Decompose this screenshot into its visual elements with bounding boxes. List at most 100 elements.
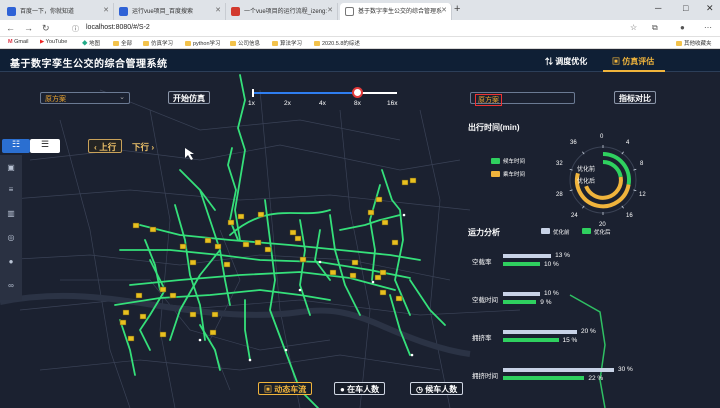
person-icon[interactable]: ● [6, 257, 16, 267]
tab-waiting-count[interactable]: ◷ 候车人数 [410, 382, 464, 395]
speed-slider-start [252, 89, 254, 97]
gauge-before-label: 优化前 [577, 165, 595, 173]
close-icon[interactable]: ✕ [103, 6, 109, 14]
scheme-select[interactable]: 原方案 ⌄ [40, 92, 130, 104]
tick-12: 12 [639, 192, 646, 198]
tab-label: 百度一下，你就知道 [20, 9, 75, 15]
bookmark-folder-algo[interactable]: 算法学习 [272, 39, 302, 47]
chevron-left-icon: ‹ [94, 142, 97, 152]
page-title: 基于数字孪生公交的综合管理系统 [10, 59, 168, 70]
bookmark-folder-sim[interactable]: 仿真学习 [143, 39, 173, 47]
minimize-icon[interactable]: ─ [655, 3, 661, 13]
indicator-compare-button[interactable]: 指标对比 [614, 91, 656, 104]
browser-tab-1[interactable]: 百度一下，你就知道 ✕ [2, 3, 114, 20]
tab-onboard-count[interactable]: ● 在车人数 [334, 382, 386, 395]
bookmark-folder-review[interactable]: 2020.5.8的综述 [314, 39, 360, 47]
travel-time-title: 出行时间(min) [468, 123, 520, 132]
browser-tab-3[interactable]: 一个vue项目的运行流程_izeng: ✕ [226, 3, 338, 20]
app-root: 基于数字孪生公交的综合管理系统 ⇅ 调度优化 ▣ 仿真评估 原方案 ⌄ 开始仿真… [0, 50, 720, 408]
scheme-select-value: 原方案 [45, 96, 66, 103]
gauge-after-label: 优化后 [577, 177, 595, 185]
tick-36: 36 [570, 140, 577, 146]
row-crowd-rate-label: 拥挤率 [472, 335, 492, 342]
bar-chart-icon[interactable]: ▥ [6, 209, 16, 219]
clock-icon: ◷ [416, 385, 423, 394]
dispatch-icon: ⇅ [545, 57, 553, 66]
close-icon[interactable]: ✕ [441, 6, 447, 14]
filter-icon[interactable]: ≡ [6, 185, 16, 195]
speed-option-4x[interactable]: 4x [319, 100, 326, 107]
close-icon[interactable]: ✕ [215, 6, 221, 14]
close-icon[interactable]: ✕ [327, 6, 333, 14]
browser-tab-4[interactable]: 基于数字孪生公交的综合管理系 ✕ [340, 3, 452, 20]
profile-icon[interactable]: ● [680, 23, 685, 32]
bar-empty-rate-after [503, 262, 540, 266]
legend-ride-swatch [491, 171, 500, 177]
address-bar: ← → ↻ ⓘ localhost:8080/#/S-2 ☆ ⧉ ● ⋯ [0, 20, 720, 37]
tab-label: 运行vue项目_百度搜索 [132, 9, 194, 15]
bookmark-folder-all[interactable]: 全部 [113, 39, 132, 47]
link-icon[interactable]: ∞ [6, 281, 16, 291]
bookmark-folder-python[interactable]: python学习 [185, 39, 221, 47]
row-empty-rate-label: 空载率 [472, 259, 492, 266]
forward-icon[interactable]: → [24, 23, 33, 33]
page-favicon-icon [345, 7, 354, 16]
bookmark-gmail[interactable]: M Gmail [8, 39, 29, 45]
value-empty-time-after: 9 % [540, 299, 552, 306]
browser-tab-2[interactable]: 运行vue项目_百度搜索 ✕ [114, 3, 226, 20]
legend-before-label: 优化前 [553, 230, 570, 236]
capacity-title: 运力分析 [468, 228, 500, 237]
start-simulation-button[interactable]: 开始仿真 [168, 91, 210, 104]
legend-after-swatch [582, 228, 591, 234]
legend-wait-swatch [491, 158, 500, 164]
info-icon: ⓘ [72, 26, 79, 33]
speed-option-16x[interactable]: 16x [387, 100, 397, 107]
legend-after-label: 优化后 [594, 230, 611, 236]
bar-crowd-time-after [503, 376, 585, 380]
value-crowd-time-after: 22 % [588, 375, 604, 382]
downstream-button[interactable]: 下行 › [126, 139, 160, 153]
compass-icon[interactable]: ◎ [6, 233, 16, 243]
close-window-icon[interactable]: ✕ [706, 3, 714, 14]
tab-dispatch-optimization[interactable]: ⇅ 调度优化 [545, 56, 587, 67]
speed-slider-fill [252, 92, 358, 94]
star-icon[interactable]: ☆ [630, 23, 637, 32]
list-view-toggle[interactable]: ☷ [2, 139, 30, 153]
bus-stop-icon[interactable]: ▣ [6, 163, 16, 173]
upstream-button[interactable]: ‹ 上行 [88, 139, 123, 153]
speed-slider-handle[interactable] [352, 87, 363, 98]
tick-32: 32 [556, 161, 563, 167]
value-empty-rate-before: 13 % [555, 252, 570, 259]
more-icon[interactable]: ⋯ [704, 23, 712, 32]
legend-wait-label: 候车时间 [503, 159, 526, 165]
bookmark-map[interactable]: ◆ 地图 [82, 39, 100, 47]
tab-label: 基于数字孪生公交的综合管理系 [358, 9, 443, 15]
compare-scheme-select[interactable]: 原方案 [470, 92, 575, 106]
bookmarks-bar: M Gmail ▶ YouTube ◆ 地图 全部 仿真学习 python学习 … [0, 37, 720, 49]
bookmark-youtube[interactable]: ▶ YouTube [40, 39, 67, 45]
compare-scheme-value: 原方案 [475, 94, 502, 106]
speed-option-8x[interactable]: 8x [354, 100, 361, 107]
new-tab-icon[interactable]: + [454, 3, 460, 15]
tick-28: 28 [556, 192, 563, 198]
tick-4: 4 [626, 140, 630, 146]
bookmark-folder-other[interactable]: 其他收藏夹 [676, 39, 712, 47]
maximize-icon[interactable]: □ [683, 3, 688, 13]
bar-crowd-time-before [503, 368, 614, 372]
url-field[interactable]: localhost:8080/#/S-2 [86, 24, 150, 31]
tab-simulation-evaluation[interactable]: ▣ 仿真评估 [612, 56, 654, 67]
gauge-after-wait-arc [602, 160, 623, 178]
bar-empty-time-after [503, 300, 537, 304]
bookmark-folder-company[interactable]: 公司信息 [230, 39, 260, 47]
back-icon[interactable]: ← [6, 23, 15, 33]
menu-view-toggle[interactable]: ☰ [30, 139, 60, 153]
row-empty-time-label: 空载时间 [472, 297, 498, 304]
speed-option-2x[interactable]: 2x [284, 100, 291, 107]
chevron-down-icon: ⌄ [119, 94, 125, 101]
tab-dynamic-flow[interactable]: ▣ 动态车流 [258, 382, 313, 395]
reload-icon[interactable]: ↻ [42, 23, 50, 34]
collections-icon[interactable]: ⧉ [652, 23, 658, 33]
speed-option-1x[interactable]: 1x [248, 100, 255, 107]
bus-icon: ▣ [612, 57, 620, 66]
menu-icon: ☰ [40, 139, 50, 149]
